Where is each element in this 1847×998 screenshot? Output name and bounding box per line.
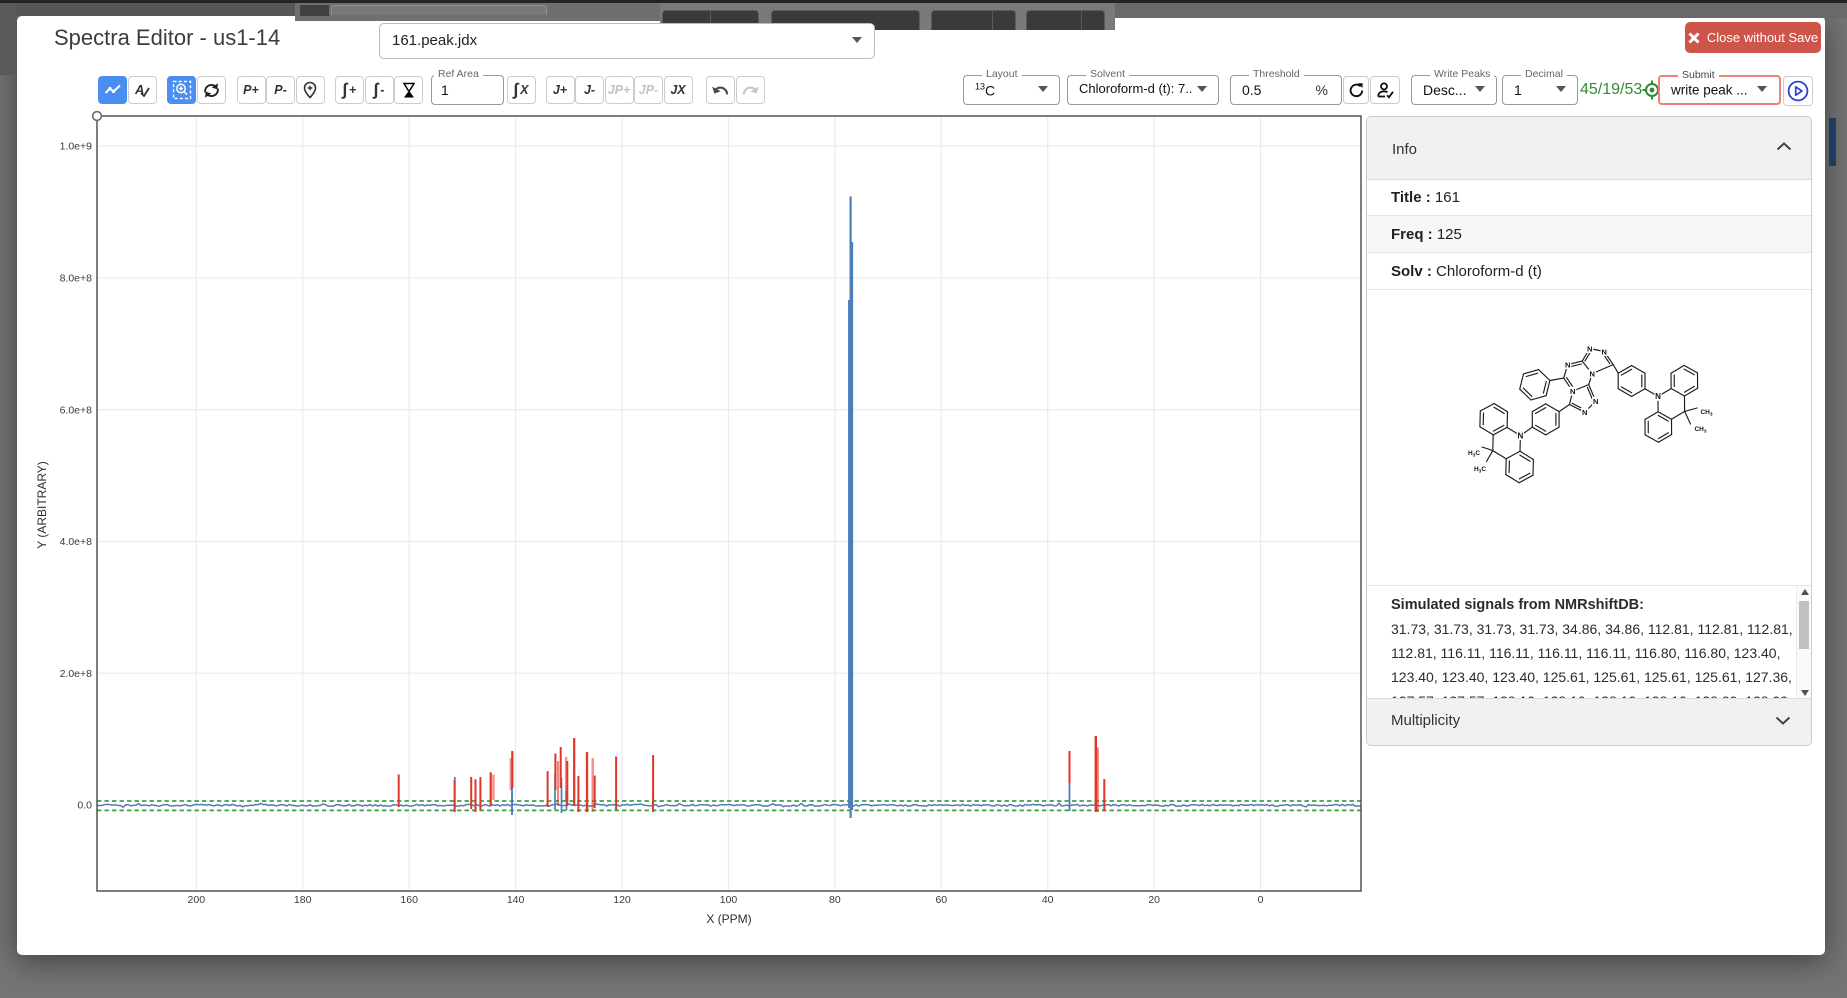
svg-text:N: N: [1587, 344, 1592, 353]
svg-text:40: 40: [1042, 894, 1054, 906]
svg-text:80: 80: [829, 894, 841, 906]
svg-text:0: 0: [1258, 894, 1264, 906]
svg-text:180: 180: [294, 894, 312, 906]
svg-text:6.0e+8: 6.0e+8: [60, 404, 93, 416]
svg-text:Y (ARBITRARY): Y (ARBITRARY): [35, 461, 49, 549]
svg-text:X (PPM): X (PPM): [706, 912, 751, 926]
svg-text:2.0e+8: 2.0e+8: [60, 668, 93, 680]
svg-text:N: N: [1565, 360, 1570, 369]
svg-text:8.0e+8: 8.0e+8: [60, 273, 93, 285]
svg-text:N: N: [1655, 392, 1661, 401]
svg-text:20: 20: [1148, 894, 1160, 906]
svg-text:0.0: 0.0: [77, 800, 92, 812]
svg-text:100: 100: [720, 894, 738, 906]
svg-text:140: 140: [507, 894, 525, 906]
svg-text:1.0e+9: 1.0e+9: [60, 141, 93, 153]
svg-text:120: 120: [613, 894, 631, 906]
svg-text:60: 60: [935, 894, 947, 906]
svg-text:N: N: [1593, 397, 1598, 406]
svg-text:N: N: [1582, 408, 1587, 417]
svg-text:N: N: [1601, 347, 1606, 356]
svg-text:200: 200: [188, 894, 206, 906]
svg-text:N: N: [1518, 431, 1524, 440]
svg-text:N: N: [1570, 387, 1575, 396]
svg-text:N: N: [1589, 369, 1594, 378]
svg-text:160: 160: [400, 894, 418, 906]
svg-text:4.0e+8: 4.0e+8: [60, 536, 93, 548]
